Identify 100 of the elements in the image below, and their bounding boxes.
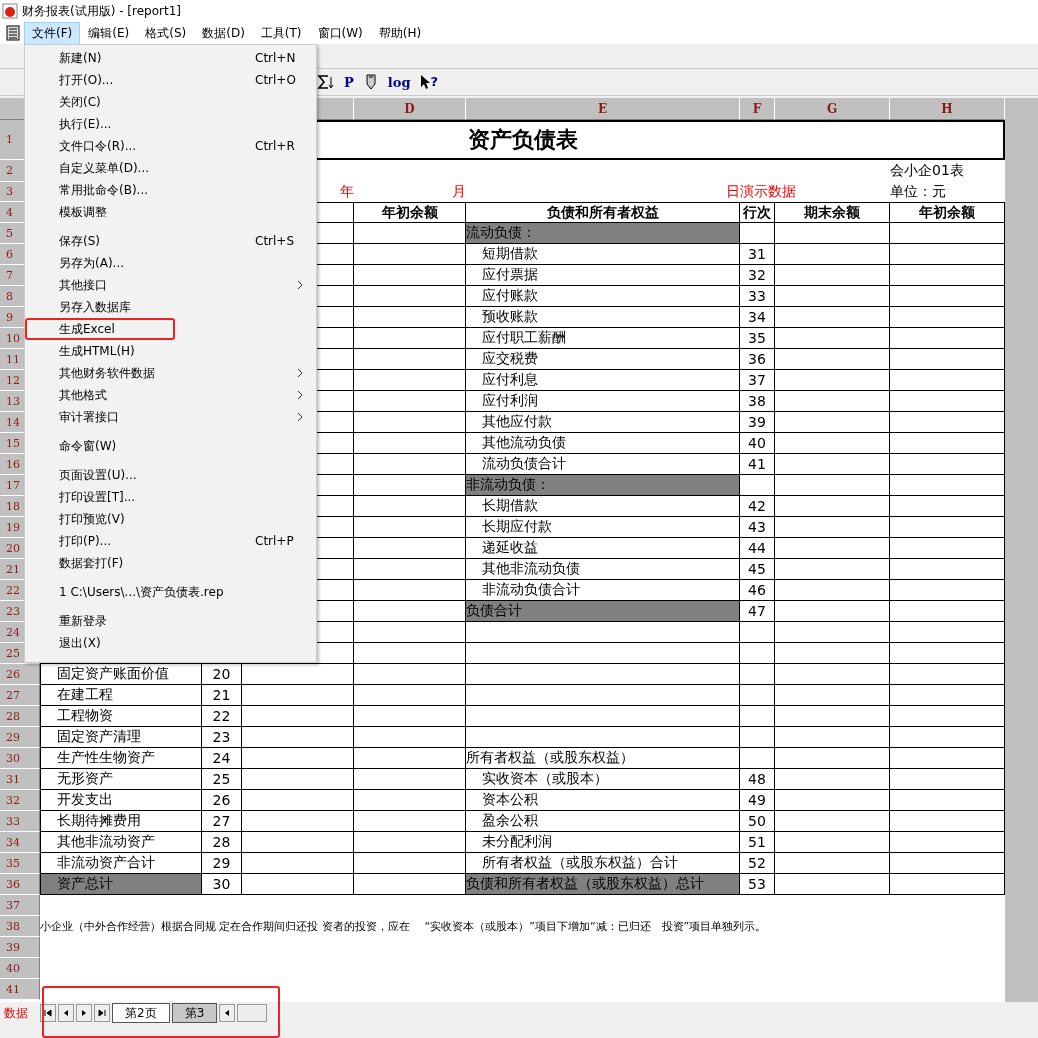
sort-icon[interactable] (316, 73, 334, 91)
menu-item-label: 退出(X) (59, 634, 101, 652)
table-cell: 固定资产清理 (40, 727, 202, 748)
table-cell: 45 (740, 559, 775, 580)
table-cell: 53 (740, 874, 775, 895)
menu-item-label: 打印(P)... (59, 532, 112, 550)
row-header[interactable]: 31 (0, 769, 40, 790)
table-cell: 资产总计 (40, 874, 202, 895)
column-header[interactable]: H (890, 98, 1005, 120)
table-cell: 其他非流动资产 (40, 832, 202, 853)
menu-item-label: 打开(O)... (59, 71, 114, 89)
column-header[interactable]: D (354, 98, 466, 120)
table-cell: 33 (740, 286, 775, 307)
row-header[interactable]: 33 (0, 811, 40, 832)
table-cell: 流动负债： (466, 223, 740, 244)
row-header[interactable]: 30 (0, 748, 40, 769)
row-header[interactable]: 32 (0, 790, 40, 811)
table-cell: 31 (740, 244, 775, 265)
table-cell: 应付职工薪酬 (466, 328, 740, 349)
table-cell (740, 664, 775, 685)
table-cell: 52 (740, 853, 775, 874)
table-cell: 51 (740, 832, 775, 853)
table-cell: 30 (202, 874, 242, 895)
menu-item[interactable]: 打开(O)... Ctrl+O (25, 69, 316, 91)
menu-item-label: 另存入数据库 (59, 298, 131, 316)
menu-item[interactable]: 编辑(E) (80, 21, 138, 45)
previous-sheet-button[interactable] (58, 1004, 74, 1022)
column-header[interactable]: G (775, 98, 890, 120)
menu-item[interactable]: 窗口(W) (309, 21, 371, 45)
menu-item-label: 其他财务软件数据 (59, 364, 155, 382)
help-button[interactable]: ? (420, 74, 439, 90)
table-cell: 递延收益 (466, 538, 740, 559)
column-heading: 年初余额 (354, 202, 466, 223)
table-cell-text: 月 (451, 182, 466, 201)
table-cell: 应付利润 (466, 391, 740, 412)
table-cell: 50 (740, 811, 775, 832)
table-cell: 21 (202, 685, 242, 706)
menu-item[interactable]: 格式(S) (137, 21, 195, 45)
pin-icon[interactable] (363, 73, 378, 91)
scroll-left-button[interactable] (219, 1004, 236, 1022)
toolbar-button[interactable]: log (387, 74, 411, 90)
column-header[interactable]: E (466, 98, 740, 120)
table-cell: 49 (740, 790, 775, 811)
table-cell-text: 单位：元 (890, 182, 947, 201)
row-header[interactable]: 39 (0, 937, 40, 958)
row-header[interactable]: 29 (0, 727, 40, 748)
table-cell (740, 223, 775, 244)
table-cell: 39 (740, 412, 775, 433)
menu-item[interactable]: 数据(D) (194, 21, 253, 45)
menu-item[interactable]: 新建(N) Ctrl+N (25, 47, 316, 69)
menu-item-label: 打印设置[T]... (59, 488, 136, 506)
row-header[interactable]: 36 (0, 874, 40, 895)
table-cell: 在建工程 (40, 685, 202, 706)
row-header[interactable]: 35 (0, 853, 40, 874)
menu-item-label: 数据套打(F) (59, 554, 124, 572)
sheet-tab[interactable]: 第3 (171, 1003, 218, 1023)
menu-item[interactable]: 帮助(H) (370, 21, 430, 45)
table-cell: 应付票据 (466, 265, 740, 286)
footnote: 小企业（中外合作经营）根据合同规 定在合作期间归还投 资者的投资，应在 “实收资本（或股本）”项目下增加“减：已归还 投资”项目单独列示。 (40, 919, 768, 935)
menu-item-label: 新建(N) (59, 49, 102, 67)
column-heading: 行次 (740, 202, 775, 223)
row-header[interactable]: 38 (0, 916, 40, 937)
row-header[interactable]: 37 (0, 895, 40, 916)
menu-item[interactable]: 工具(T) (252, 21, 310, 45)
next-sheet-button[interactable] (76, 1004, 92, 1022)
table-cell: 非流动负债： (466, 475, 740, 496)
table-cell-text: 演示数据 (740, 182, 797, 201)
table-cell: 长期待摊费用 (40, 811, 202, 832)
shortcut-label: Ctrl+P (255, 534, 294, 548)
document-icon[interactable] (6, 25, 20, 41)
column-header[interactable]: F (740, 98, 775, 120)
table-cell-text: 日 (725, 182, 740, 201)
menu-item[interactable]: 关闭(C) (25, 91, 316, 113)
column-heading: 年初余额 (890, 202, 1005, 223)
menu-item-label: 生成Excel (59, 320, 115, 338)
menu-item-label: 重新登录 (59, 612, 107, 630)
table-cell: 46 (740, 580, 775, 601)
table-cell: 36 (740, 349, 775, 370)
row-header[interactable]: 41 (0, 979, 40, 1000)
table-cell: 其他非流动负债 (466, 559, 740, 580)
shortcut-label: Ctrl+O (255, 73, 296, 87)
shortcut-label: Ctrl+N (255, 51, 296, 65)
table-cell: 盈余公积 (466, 811, 740, 832)
row-header[interactable]: 34 (0, 832, 40, 853)
sheet-tab[interactable]: 第2页 (112, 1003, 170, 1023)
row-header[interactable]: 26 (0, 664, 40, 685)
menu-item-label: 保存(S) (59, 232, 100, 250)
row-header[interactable]: 28 (0, 706, 40, 727)
table-cell: 26 (202, 790, 242, 811)
table-cell: 22 (202, 706, 242, 727)
last-sheet-button[interactable] (94, 1004, 110, 1022)
shortcut-label: Ctrl+R (255, 139, 295, 153)
menu-item[interactable]: 文件(F) (24, 21, 81, 45)
table-cell: 42 (740, 496, 775, 517)
table-cell: 短期借款 (466, 244, 740, 265)
toolbar-button[interactable]: P (344, 74, 354, 90)
table-cell: 29 (202, 853, 242, 874)
row-header[interactable]: 40 (0, 958, 40, 979)
row-header[interactable]: 27 (0, 685, 40, 706)
menu-item-label: 页面设置(U)... (59, 466, 137, 484)
